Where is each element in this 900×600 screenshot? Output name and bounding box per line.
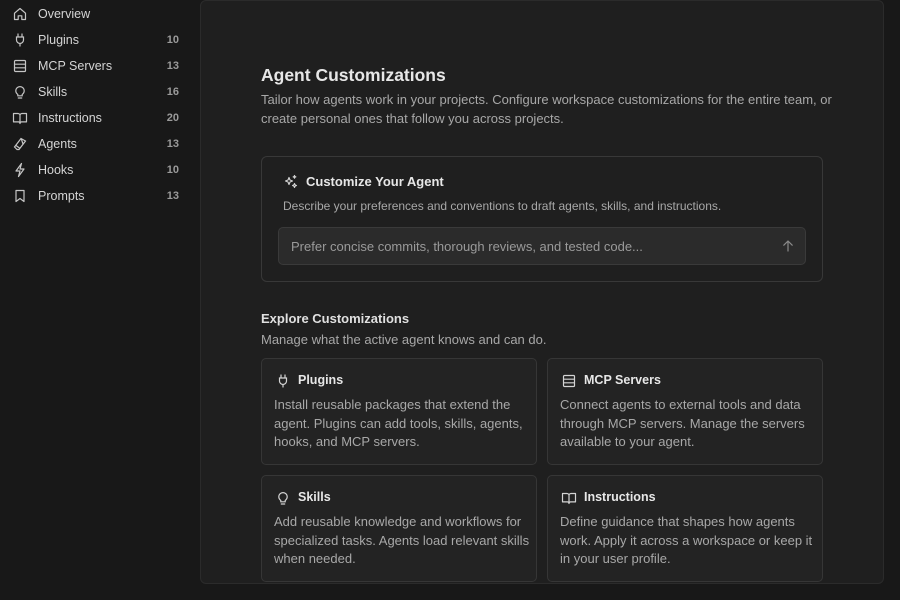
card-plugins[interactable]: Plugins Install reusable packages that e… [261, 358, 537, 465]
lightbulb-icon [12, 84, 28, 100]
customize-agent-card: Customize Your Agent Describe your prefe… [261, 156, 823, 282]
sidebar-item-label: Overview [38, 7, 91, 21]
sidebar-item-label: Agents [38, 137, 77, 151]
card-title: Plugins [298, 373, 344, 387]
sidebar-item-count: 13 [166, 190, 179, 202]
customize-agent-title: Customize Your Agent [306, 174, 444, 189]
book-icon [12, 110, 28, 126]
explore-description: Manage what the active agent knows and c… [261, 332, 547, 347]
card-description: Connect agents to external tools and dat… [560, 397, 805, 449]
card-title: Instructions [584, 490, 656, 504]
sidebar-item-count: 13 [166, 60, 179, 72]
sidebar-item-label: Hooks [38, 163, 74, 177]
sidebar-item-count: 10 [166, 34, 179, 46]
sidebar-item-instructions[interactable]: Instructions 20 [0, 105, 200, 131]
server-icon [561, 373, 577, 389]
server-icon [12, 58, 28, 74]
card-description: Install reusable packages that extend th… [274, 397, 523, 449]
sidebar-item-label: Prompts [38, 189, 85, 203]
sidebar-item-hooks[interactable]: Hooks 10 [0, 157, 200, 183]
page-description: Tailor how agents work in your projects.… [261, 92, 832, 126]
card-mcp-servers[interactable]: MCP Servers Connect agents to external t… [547, 358, 823, 465]
home-icon [12, 6, 28, 22]
card-title: Skills [298, 490, 331, 504]
card-description: Add reusable knowledge and workflows for… [274, 514, 530, 566]
sidebar-item-skills[interactable]: Skills 16 [0, 79, 200, 105]
card-description: Define guidance that shapes how agents w… [560, 514, 813, 566]
sidebar-item-agents[interactable]: Agents 13 [0, 131, 200, 157]
agent-icon [12, 136, 28, 152]
prompt-box [278, 227, 806, 265]
bookmark-icon [12, 188, 28, 204]
sidebar-item-mcp-servers[interactable]: MCP Servers 13 [0, 53, 200, 79]
explore-title: Explore Customizations [261, 311, 410, 326]
main-panel: Agent Customizations Tailor how agents w… [200, 0, 884, 584]
sidebar-item-label: Instructions [38, 111, 102, 125]
sidebar-item-count: 20 [166, 112, 179, 124]
card-skills[interactable]: Skills Add reusable knowledge and workfl… [261, 475, 537, 582]
customize-prompt-input[interactable] [291, 228, 761, 264]
sidebar-item-label: Skills [38, 85, 68, 99]
sidebar-item-count: 13 [166, 138, 179, 150]
sparkle-icon [283, 174, 299, 190]
page-title: Agent Customizations [261, 65, 446, 85]
plug-icon [275, 373, 291, 389]
book-icon [561, 490, 577, 506]
lightning-icon [12, 162, 28, 178]
arrow-up-icon [783, 240, 793, 252]
sidebar-item-count: 16 [166, 86, 179, 98]
customize-agent-description: Describe your preferences and convention… [283, 199, 722, 213]
sidebar-item-prompts[interactable]: Prompts 13 [0, 183, 200, 209]
send-button[interactable] [779, 237, 797, 255]
sidebar-item-plugins[interactable]: Plugins 10 [0, 27, 200, 53]
lightbulb-icon [275, 490, 291, 506]
card-instructions[interactable]: Instructions Define guidance that shapes… [547, 475, 823, 582]
card-title: MCP Servers [584, 373, 661, 387]
sidebar: Overview Plugins 10 MCP Servers 13 Skill… [0, 0, 200, 600]
sidebar-item-overview[interactable]: Overview [0, 1, 200, 27]
plug-icon [12, 32, 28, 48]
sidebar-item-label: Plugins [38, 33, 79, 47]
sidebar-item-label: MCP Servers [38, 59, 113, 73]
sidebar-item-count: 10 [166, 164, 179, 176]
